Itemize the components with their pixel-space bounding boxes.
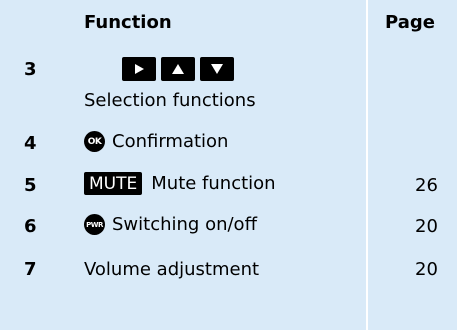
function-label: Mute function	[151, 173, 276, 194]
page-number: 20	[415, 259, 438, 280]
page-header: Page	[385, 12, 435, 33]
selection-keys	[122, 57, 234, 81]
power-button-icon: PWR	[84, 214, 105, 235]
function-item: MUTE Mute function	[84, 172, 276, 195]
number-column	[0, 0, 66, 330]
play-right-icon	[122, 57, 156, 81]
function-column	[66, 0, 366, 330]
mute-button-icon: MUTE	[84, 172, 143, 195]
function-label: Selection functions	[84, 90, 256, 111]
ok-button-icon: OK	[84, 131, 105, 152]
function-label: Confirmation	[112, 131, 229, 152]
function-header: Function	[84, 12, 172, 33]
arrow-up-icon	[161, 57, 195, 81]
function-label: Volume adjustment	[84, 259, 260, 280]
row-number: 5	[24, 175, 37, 196]
page-number: 20	[415, 216, 438, 237]
function-label: Switching on/off	[112, 214, 257, 235]
row-number: 7	[24, 259, 37, 280]
function-table: Function Page 3 Selection functions 4 OK…	[0, 0, 457, 332]
function-item: OK Confirmation	[84, 131, 228, 152]
row-number: 3	[24, 59, 37, 80]
arrow-down-icon	[200, 57, 234, 81]
row-number: 6	[24, 216, 37, 237]
page-column	[368, 0, 457, 330]
function-item: PWR Switching on/off	[84, 214, 257, 235]
row-number: 4	[24, 133, 37, 154]
page-number: 26	[415, 175, 438, 196]
